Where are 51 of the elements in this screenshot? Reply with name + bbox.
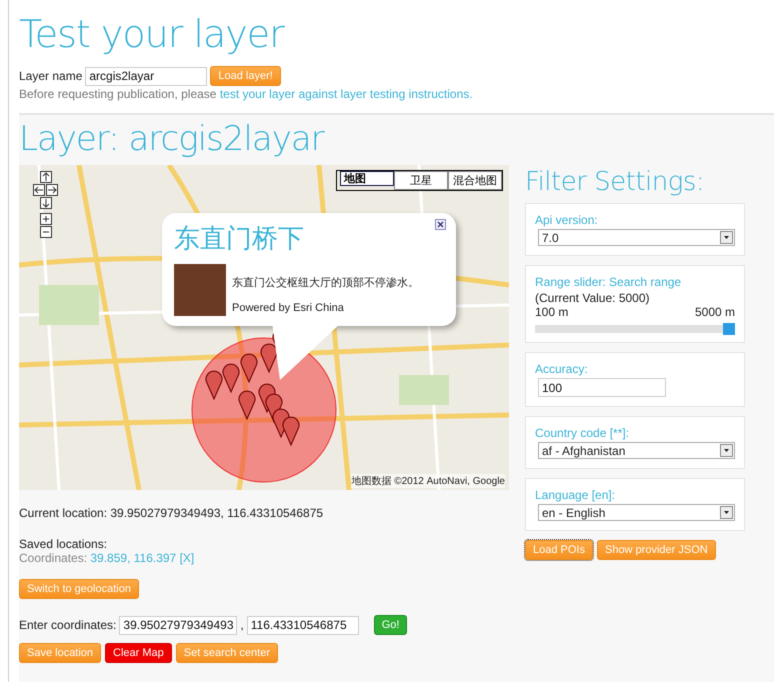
separator: , [240, 618, 244, 632]
pan-up-icon[interactable] [40, 171, 52, 183]
coordinates-label: Enter coordinates: [19, 618, 116, 632]
current-location-text: Current location: 39.95027979349493, 116.43310546875 [19, 506, 324, 520]
slider-min: 100 m [535, 305, 568, 319]
page-title: Test your layer [19, 12, 286, 56]
pan-left-icon[interactable] [33, 184, 45, 196]
map-pin-icon[interactable] [260, 344, 278, 372]
saved-locations-heading: Saved locations: [19, 537, 108, 551]
dropdown[interactable]: af - Afghanistan [538, 442, 735, 459]
action-button[interactable]: Clear Map [105, 643, 172, 663]
dropdown[interactable]: 7.0 [538, 229, 735, 246]
photo-placeholder [174, 264, 226, 316]
map-pin-icon[interactable] [240, 354, 258, 382]
latitude-field[interactable]: 39.95027979349493 [119, 616, 238, 634]
popup-pointer [272, 322, 342, 382]
field-label: Language [en]: [535, 488, 616, 502]
longitude-field[interactable]: 116.43310546875 [246, 616, 359, 634]
slider-thumb[interactable] [723, 323, 735, 335]
accuracy-field[interactable]: 100 [538, 378, 666, 397]
slider-track[interactable] [535, 325, 735, 333]
field-label: Accuracy: [535, 362, 589, 376]
pan-down-icon[interactable] [40, 197, 52, 209]
field-label: Api version: [535, 213, 599, 227]
popup-title: 东直门桥下 [174, 223, 304, 256]
dropdown[interactable]: en - English [538, 504, 735, 521]
layer-heading: Layer: arcgis2layar [19, 119, 326, 159]
zoom-out-icon[interactable] [40, 226, 52, 238]
slider-note: (Current Value: 5000) [535, 291, 651, 305]
filter-heading: Filter Settings: [525, 167, 706, 197]
map-pin-icon[interactable] [222, 364, 240, 392]
map-type-button[interactable]: 卫星 [394, 171, 448, 190]
map-pin-icon[interactable] [238, 390, 256, 420]
zoom-in-icon[interactable] [40, 213, 52, 225]
field-label: Range slider: Search range [535, 275, 682, 289]
field-label: Country code [**]: [535, 426, 630, 440]
map-pin-icon[interactable] [206, 370, 222, 400]
popup-description: 东直门公交枢纽大厅的顶部不停渗水。 [232, 276, 419, 291]
slider-max: 5000 m [694, 305, 735, 319]
close-icon[interactable] [435, 219, 446, 230]
notice-text: Before requesting publication, please [19, 87, 218, 101]
coordinates-label: Coordinates: [19, 551, 88, 565]
map-pin-icon[interactable] [282, 416, 300, 446]
map-type-button[interactable]: 地图 [340, 171, 394, 186]
popup-credit: Powered by Esri China [232, 301, 345, 316]
pan-right-icon[interactable] [46, 184, 58, 196]
layer-name-label: Layer name [19, 69, 82, 83]
map-attribution: 地图数据 ©2012 AutoNavi, Google [351, 474, 505, 488]
map-type-button[interactable]: 混合地图 [448, 171, 502, 190]
map-view[interactable]: 地图 卫星 混合地图 东直门桥下 东直门公交枢纽大厅的顶部不停渗水。 Powered by Esri China 地图数据 ©2012 AutoNavi, Google [19, 165, 509, 490]
layer-name-field[interactable]: arcgis2layar [85, 66, 208, 86]
